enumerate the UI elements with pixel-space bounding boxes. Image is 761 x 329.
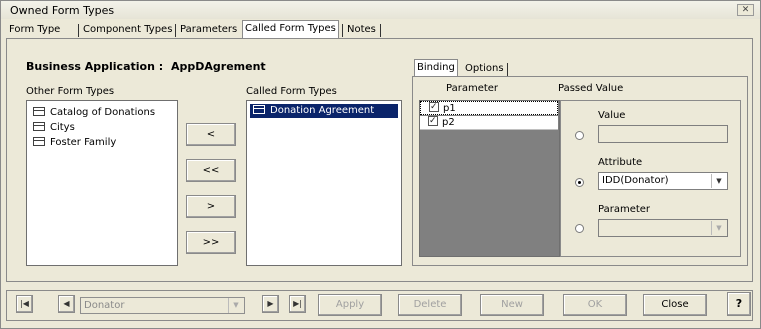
value-label: Value [598,110,626,121]
attribute-label: Attribute [598,157,643,168]
chevron-down-icon[interactable]: ▼ [711,174,726,188]
list-item-selected[interactable]: Donation Agreement [250,104,398,118]
form-icon [253,105,265,114]
record-combo[interactable]: Donator ▼ [80,297,245,314]
value-radio[interactable] [575,131,584,140]
tab-parameters[interactable]: Parameters [178,22,239,38]
tab-form-type[interactable]: Form Type [7,22,62,38]
tab-separator [78,24,79,37]
checkbox-checked[interactable] [428,114,438,128]
other-form-types-label: Other Form Types [26,86,115,97]
called-form-types-label: Called Form Types [246,86,337,97]
move-left-button[interactable]: < [186,123,236,146]
list-item[interactable]: Catalog of Donations [33,106,155,120]
apply-button[interactable]: Apply [318,294,382,316]
move-all-right-button[interactable]: >> [186,231,236,254]
other-form-types-list[interactable]: Catalog of Donations Citys Foster Family [26,100,178,266]
form-icon [33,137,45,146]
parameter-row[interactable]: p1 [420,100,558,115]
close-window-button[interactable]: ✕ [737,4,754,16]
parameter-radio[interactable] [575,224,584,233]
last-record-button[interactable]: ▶| [289,295,306,313]
parameter-select[interactable]: ▼ [598,219,728,237]
chevron-down-icon[interactable]: ▼ [711,221,726,235]
tab-component-types[interactable]: Component Types [81,22,174,38]
close-button[interactable]: Close [643,294,707,316]
parameter-column-header: Parameter [446,83,499,94]
passed-value-column-header: Passed Value [558,83,624,94]
checkbox-checked[interactable] [429,100,439,114]
business-application-value: AppDAgrement [170,60,266,73]
parameter-label: Parameter [598,204,651,215]
next-record-button[interactable]: ▶ [262,295,279,313]
title-bar: Owned Form Types ✕ [1,1,760,19]
move-all-left-button[interactable]: << [186,159,236,182]
business-application-heading: Business Application : AppDAgrement [26,60,266,73]
new-button[interactable]: New [480,294,544,316]
first-record-button[interactable]: |◀ [16,295,33,313]
tab-separator [342,24,343,37]
tab-separator [507,63,508,76]
form-icon [33,122,45,131]
delete-button[interactable]: Delete [398,294,462,316]
tab-notes[interactable]: Notes [345,22,378,38]
list-item[interactable]: Citys [33,121,75,135]
chevron-down-icon[interactable]: ▼ [228,298,243,313]
parameter-row[interactable]: p2 [420,114,558,130]
window-title: Owned Form Types [10,4,115,17]
help-button[interactable]: ? [727,292,751,316]
list-item[interactable]: Foster Family [33,136,116,150]
tab-binding[interactable]: Binding [414,59,458,77]
attribute-radio[interactable] [575,178,584,187]
value-field[interactable] [598,125,728,143]
tab-separator [380,24,381,37]
tab-separator [175,24,176,37]
tab-options[interactable]: Options [463,61,506,77]
business-application-label: Business Application : [26,60,164,73]
called-form-types-list[interactable]: Donation Agreement [246,100,402,266]
tab-called-form-types[interactable]: Called Form Types [242,20,339,38]
move-right-button[interactable]: > [186,195,236,218]
previous-record-button[interactable]: ◀ [58,295,75,313]
attribute-select[interactable]: IDD(Donator) ▼ [598,172,728,190]
ok-button[interactable]: OK [563,294,627,316]
form-icon [33,107,45,116]
